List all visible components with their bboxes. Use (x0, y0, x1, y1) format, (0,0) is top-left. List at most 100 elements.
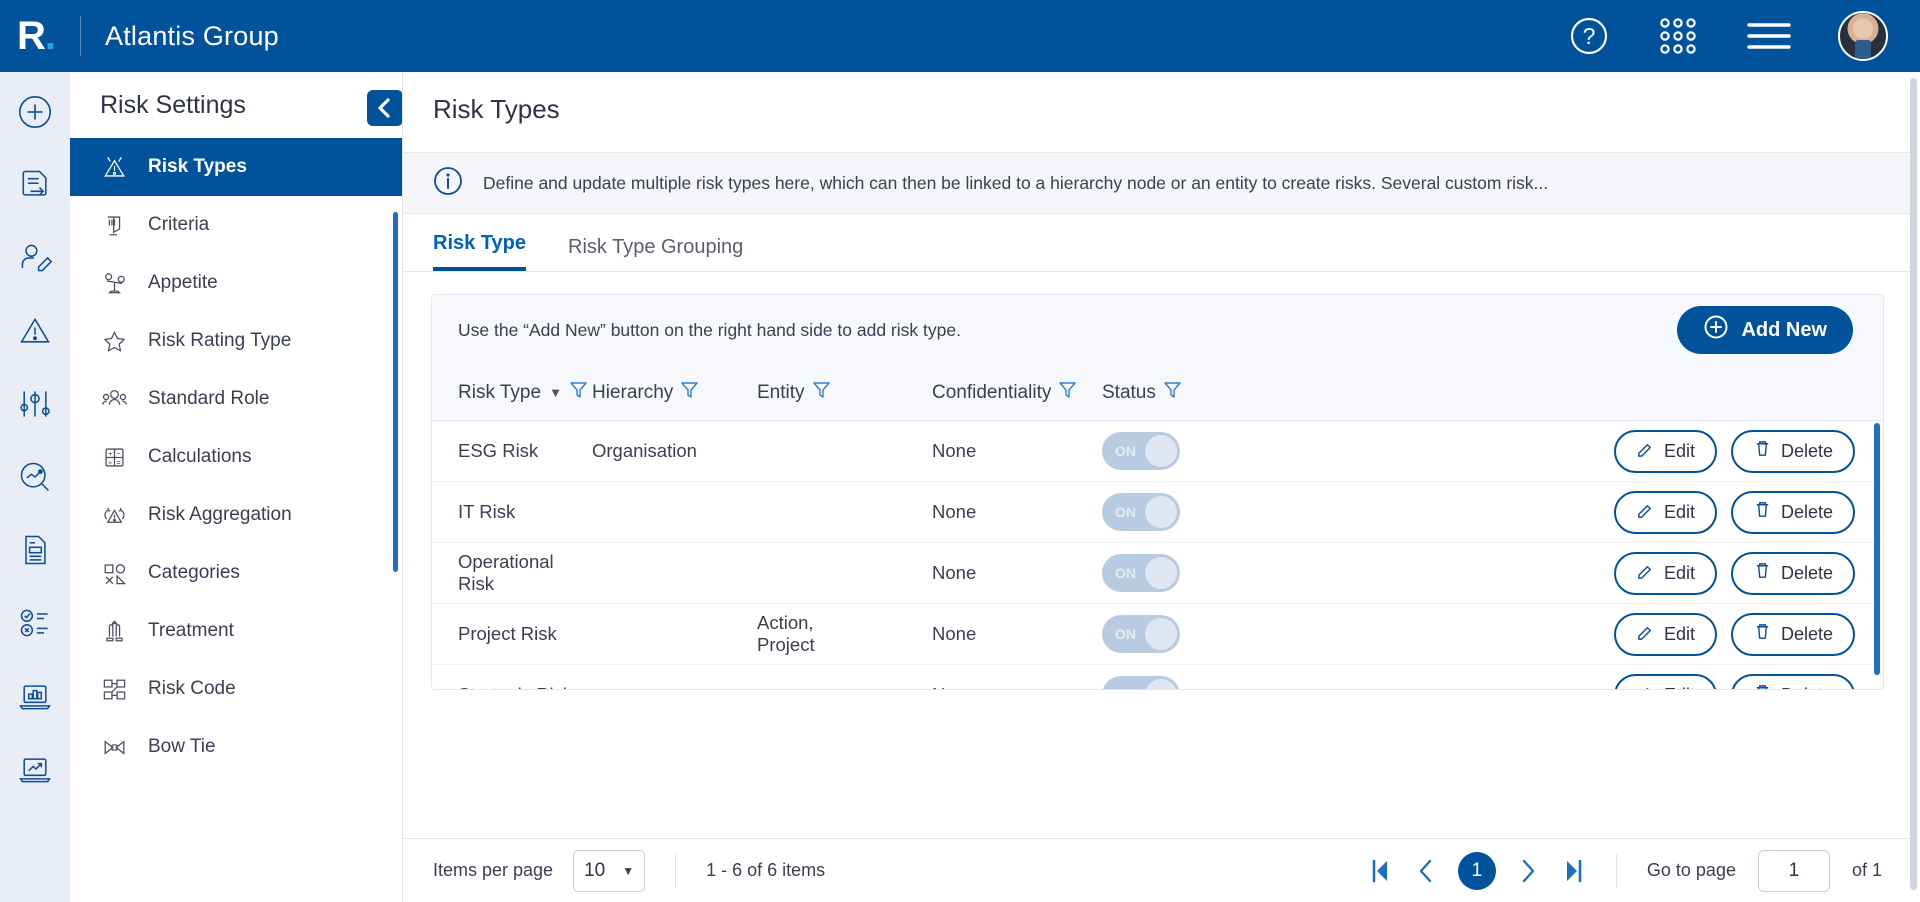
column-hierarchy[interactable]: Hierarchy (592, 381, 757, 405)
filter-icon[interactable] (570, 381, 587, 405)
hamburger-menu-icon[interactable] (1746, 19, 1792, 53)
user-avatar[interactable] (1838, 11, 1888, 61)
tab-risk-type[interactable]: Risk Type (433, 232, 526, 271)
delete-button[interactable]: Delete (1730, 429, 1855, 473)
sidebar-item-categories[interactable]: Categories (70, 544, 402, 602)
logo-dot: . (44, 13, 56, 58)
sidebar-item-appetite[interactable]: Appetite (70, 254, 402, 312)
filter-icon[interactable] (812, 381, 830, 405)
tab-risk-type-grouping[interactable]: Risk Type Grouping (568, 236, 743, 271)
checklist-icon[interactable] (13, 601, 57, 645)
delete-label: Delete (1780, 623, 1833, 644)
add-new-label: Add New (1741, 318, 1827, 341)
criteria-caliper-icon (98, 212, 130, 239)
cell-text: Action, Project (757, 612, 815, 655)
filter-icon[interactable] (1164, 381, 1181, 405)
edit-button[interactable]: Edit (1613, 673, 1717, 689)
risk-code-nodes-icon (98, 676, 130, 703)
cell-risk-type: Strategic Risk (432, 684, 592, 689)
chevron-down-icon: ▼ (622, 863, 635, 878)
svg-text:?: ? (1583, 23, 1596, 49)
status-toggle[interactable]: ON (1102, 554, 1180, 592)
edit-button[interactable]: Edit (1613, 490, 1717, 534)
sidebar-item-risk-code[interactable]: Risk Code (70, 660, 402, 718)
delete-button[interactable]: Delete (1730, 673, 1855, 689)
edit-label: Edit (1663, 501, 1695, 522)
sliders-icon[interactable] (13, 382, 57, 426)
status-toggle[interactable]: ON (1102, 493, 1180, 531)
first-page-button[interactable] (1368, 857, 1394, 885)
svg-text:×: × (108, 460, 112, 466)
bow-tie-icon (98, 734, 130, 761)
delete-label: Delete (1780, 440, 1833, 461)
app-logo[interactable]: R. (0, 14, 72, 59)
report-document-icon[interactable] (13, 528, 57, 572)
hands-treatment-icon (98, 618, 130, 645)
status-toggle[interactable]: ON (1102, 432, 1180, 470)
delete-button[interactable]: Delete (1730, 612, 1855, 656)
column-confidentiality[interactable]: Confidentiality (932, 381, 1102, 405)
table-row[interactable]: IT Risk None ON Edit Delete (432, 482, 1883, 543)
sidebar-item-label: Standard Role (148, 388, 270, 409)
table-row[interactable]: Operational Risk None ON Edit Delete (432, 543, 1883, 604)
column-label: Confidentiality (932, 381, 1052, 403)
table-row[interactable]: ESG Risk Organisation None ON Edit Delet… (432, 421, 1883, 482)
status-toggle[interactable]: ON (1102, 615, 1180, 653)
laptop-trend-icon[interactable] (13, 747, 57, 791)
sidebar-item-risk-aggregation[interactable]: Risk Aggregation (70, 486, 402, 544)
svg-text:=: = (116, 459, 120, 466)
items-per-page-label: Items per page (433, 860, 554, 880)
edit-button[interactable]: Edit (1613, 429, 1717, 473)
sidebar-item-risk-rating-type[interactable]: Risk Rating Type (70, 312, 402, 370)
column-risk-type[interactable]: Risk Type ▼ (432, 381, 592, 405)
delete-button[interactable]: Delete (1730, 551, 1855, 595)
goto-page-label: Go to page (1646, 860, 1736, 880)
help-icon[interactable]: ? (1568, 15, 1610, 57)
sidebar-scrollbar[interactable] (393, 212, 398, 572)
user-edit-icon[interactable] (13, 236, 57, 280)
column-status[interactable]: Status (1102, 381, 1222, 405)
filter-icon[interactable] (1059, 381, 1077, 405)
sidebar-title: Risk Settings (100, 90, 246, 119)
add-new-button[interactable]: Add New (1677, 306, 1853, 354)
risk-aggregation-icon (98, 502, 130, 529)
filter-icon[interactable] (681, 381, 699, 405)
page-number-button[interactable]: 1 (1457, 851, 1496, 890)
sidebar-item-calculations[interactable]: + − × = Calculations (70, 428, 402, 486)
sidebar-item-bow-tie[interactable]: Bow Tie (70, 718, 402, 776)
status-toggle[interactable]: ON (1102, 676, 1180, 689)
table-scrollbar[interactable] (1874, 423, 1880, 675)
delete-button[interactable]: Delete (1730, 490, 1855, 534)
items-range-label: 1 - 6 of 6 items (706, 860, 826, 880)
column-entity[interactable]: Entity (757, 381, 932, 405)
page-scrollbar[interactable] (1910, 78, 1917, 890)
previous-page-button[interactable] (1416, 857, 1436, 885)
sidebar-item-risk-types[interactable]: Risk Types (70, 138, 402, 196)
sidebar-item-standard-role[interactable]: Standard Role (70, 370, 402, 428)
cell-status: ON (1102, 493, 1222, 531)
sidebar-collapse-button[interactable] (367, 90, 402, 126)
add-circle-icon[interactable] (13, 90, 57, 134)
pagination-bar: Items per page 10 ▼ 1 - 6 of 6 items 1 G… (403, 838, 1912, 902)
laptop-chart-icon[interactable] (13, 674, 57, 718)
sort-descending-icon[interactable]: ▼ (549, 385, 562, 400)
left-icon-rail (0, 72, 70, 902)
sidebar-item-treatment[interactable]: Treatment (70, 602, 402, 660)
edit-button[interactable]: Edit (1613, 551, 1717, 595)
trash-icon (1753, 500, 1772, 524)
analytics-search-icon[interactable] (13, 455, 57, 499)
goto-page-input[interactable] (1757, 849, 1830, 892)
cell-entity: Action, Project (757, 612, 932, 656)
document-export-icon[interactable] (13, 163, 57, 207)
warning-triangle-icon[interactable] (13, 309, 57, 353)
apps-grid-icon[interactable] (1656, 14, 1700, 58)
trash-icon (1753, 683, 1772, 689)
next-page-button[interactable] (1518, 857, 1538, 885)
table-row[interactable]: Project Risk Action, Project None ON Edi… (432, 604, 1883, 665)
last-page-button[interactable] (1560, 857, 1586, 885)
sidebar-item-criteria[interactable]: Criteria (70, 196, 402, 254)
topbar-actions: ? (1568, 11, 1920, 61)
table-row[interactable]: Strategic Risk None ON Edit Delete (432, 665, 1883, 689)
items-per-page-select[interactable]: 10 ▼ (573, 849, 646, 892)
edit-button[interactable]: Edit (1613, 612, 1717, 656)
